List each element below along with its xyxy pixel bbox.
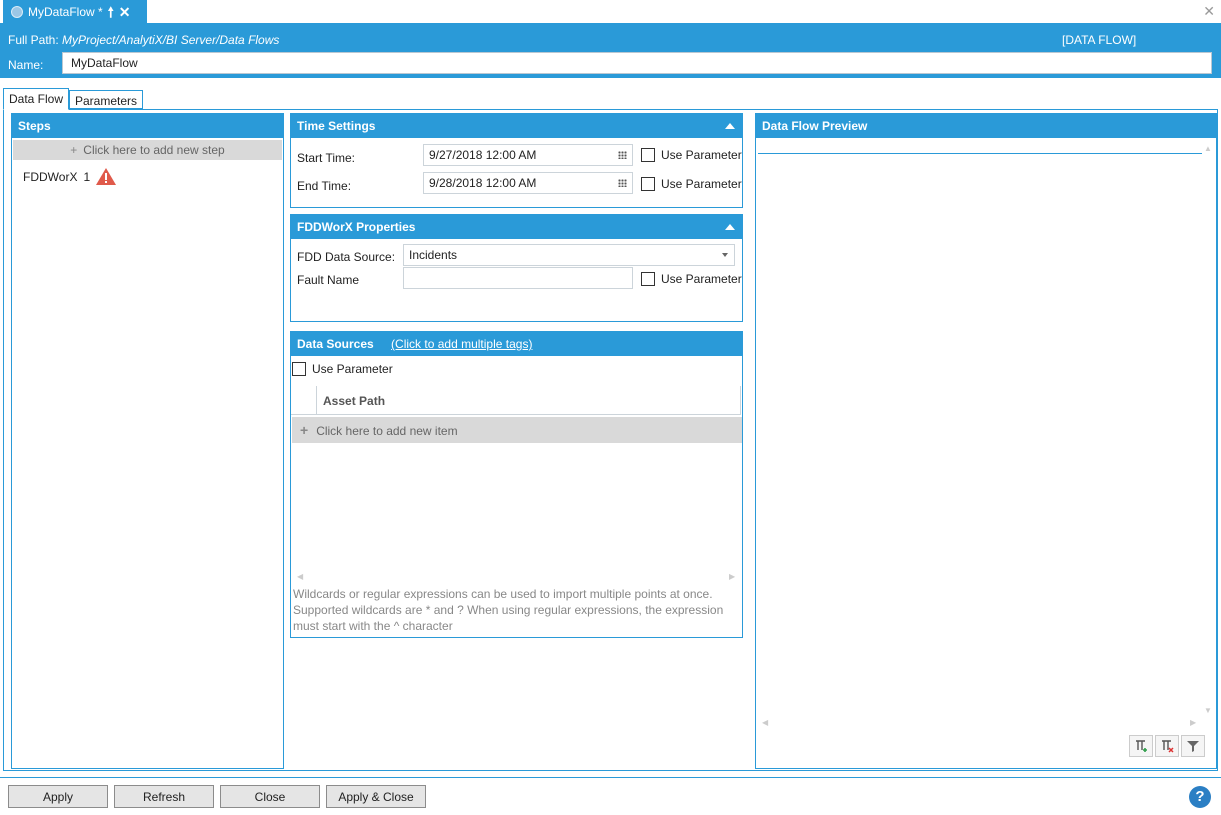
close-window-icon[interactable]: ✕ [1203,3,1215,20]
data-flow-preview-panel: Data Flow Preview ▲ ▼ ◀ ▶ [755,113,1217,769]
calendar-icon[interactable] [618,179,627,187]
start-use-parameter-checkbox[interactable]: Use Parameter [641,148,742,162]
plus-icon: + [70,143,78,157]
close-button[interactable]: Close [220,785,320,808]
name-label: Name: [8,58,44,72]
scroll-left-icon[interactable]: ◀ [297,572,303,581]
scroll-down-icon[interactable]: ▼ [1204,706,1212,715]
pin-icon[interactable]: 🠕 [108,5,114,19]
scroll-up-icon[interactable]: ▲ [1204,144,1212,153]
add-item-button[interactable]: + Click here to add new item [292,417,742,443]
tab-parameters[interactable]: Parameters [69,90,144,109]
start-time-label: Start Time: [297,151,356,165]
close-tab-icon[interactable]: ✕ [119,5,131,19]
step-name: FDDWorX [23,169,78,184]
scroll-right-icon[interactable]: ▶ [1190,718,1196,727]
help-icon[interactable]: ? [1189,786,1211,808]
start-time-value: 9/27/2018 12:00 AM [429,148,537,162]
fdd-source-value: Incidents [409,248,458,262]
type-badge: [DATA FLOW] [1062,33,1137,47]
asset-path-column-header[interactable]: Asset Path [316,386,741,415]
data-sources-title: Data Sources [297,337,374,351]
fdd-source-select[interactable]: Incidents [403,244,735,266]
calendar-icon[interactable] [618,151,627,159]
preview-divider [758,153,1202,154]
wildcard-hint: Wildcards or regular expressions can be … [293,587,724,633]
chevron-down-icon [722,253,728,257]
add-step-button[interactable]: + Click here to add new step [13,140,282,160]
refresh-button[interactable]: Refresh [114,785,214,808]
filter-icon[interactable] [1181,735,1205,757]
fault-name-input[interactable] [403,267,633,289]
apply-button[interactable]: Apply [8,785,108,808]
document-tab-strip [0,0,1221,23]
step-index: 1 [83,169,91,184]
add-multiple-tags-link[interactable]: (Click to add multiple tags) [391,337,532,351]
checkbox[interactable] [292,362,306,376]
scroll-right-icon[interactable]: ▶ [729,572,735,581]
editor-header: Full Path: MyProject/AnalytiX/BI Server/… [0,23,1221,78]
fault-name-label: Fault Name [297,273,360,287]
name-input[interactable] [62,52,1212,74]
add-column-icon[interactable] [1129,735,1153,757]
steps-title: Steps [12,114,283,138]
warning-icon [96,168,117,185]
time-settings-title: Time Settings [297,119,376,133]
data-sources-panel: Data Sources (Click to add multiple tags… [290,331,743,638]
start-time-input[interactable]: 9/27/2018 12:00 AM [423,144,633,166]
use-parameter-label: Use Parameter [661,148,742,162]
document-tab[interactable]: MyDataFlow * 🠕 ✕ [3,0,147,23]
use-parameter-label: Use Parameter [661,177,742,191]
document-tab-title: MyDataFlow * [28,4,103,19]
checkbox[interactable] [641,148,655,162]
end-time-value: 9/28/2018 12:00 AM [429,176,537,190]
remove-column-icon[interactable] [1155,735,1179,757]
step-item-fddworx[interactable]: FDDWorX 1 [12,160,283,185]
end-time-input[interactable]: 9/28/2018 12:00 AM [423,172,633,194]
plus-icon: + [300,422,309,438]
use-parameter-label: Use Parameter [312,362,393,376]
ds-use-parameter-checkbox[interactable]: Use Parameter [292,362,393,376]
fddworx-properties-panel: FDDWorX Properties FDD Data Source: Inci… [290,214,743,322]
scroll-left-icon[interactable]: ◀ [762,718,768,727]
checkbox[interactable] [641,177,655,191]
apply-close-button[interactable]: Apply & Close [326,785,426,808]
end-use-parameter-checkbox[interactable]: Use Parameter [641,177,742,191]
preview-title: Data Flow Preview [756,114,1216,138]
collapse-icon[interactable] [725,224,735,230]
grid-row-header [291,386,316,415]
steps-panel: Steps + Click here to add new step FDDWor… [11,113,284,769]
add-item-label: Click here to add new item [316,424,458,438]
full-path-label: Full Path: [8,33,59,47]
fdd-source-label: FDD Data Source: [297,250,396,264]
time-settings-panel: Time Settings Start Time: 9/27/2018 12:0… [290,113,743,208]
fault-use-parameter-checkbox[interactable]: Use Parameter [641,272,742,286]
footer-divider [0,777,1221,778]
use-parameter-label: Use Parameter [661,272,742,286]
full-path-value: MyProject/AnalytiX/BI Server/Data Flows [62,33,280,47]
collapse-icon[interactable] [725,123,735,129]
dataflow-doc-icon [11,5,23,18]
end-time-label: End Time: [297,179,352,193]
checkbox[interactable] [641,272,655,286]
fdd-properties-title: FDDWorX Properties [297,220,416,234]
add-step-label: Click here to add new step [83,143,225,157]
tab-data-flow[interactable]: Data Flow [3,88,70,110]
